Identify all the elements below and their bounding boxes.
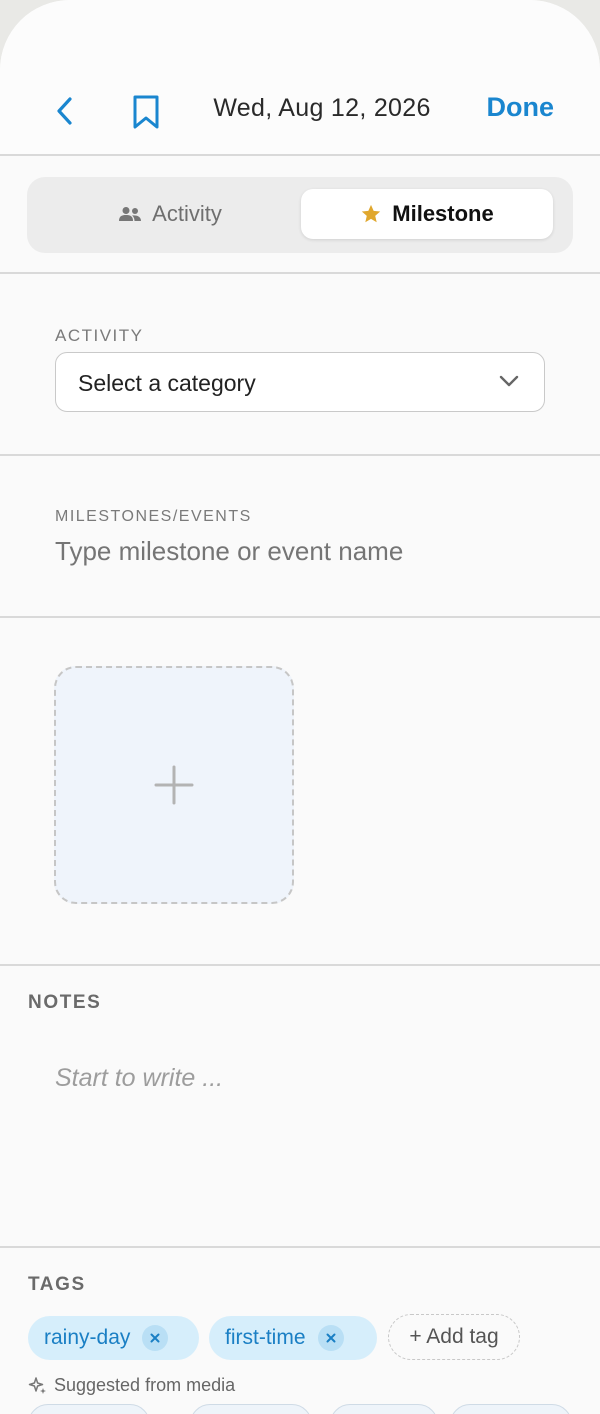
top-bar: Wed, Aug 12, 2026 Done [0, 0, 600, 156]
activity-label: ACTIVITY [55, 326, 144, 345]
chevron-down-icon [499, 375, 519, 387]
star-icon [362, 204, 381, 223]
close-icon [326, 1333, 335, 1343]
add-tag-button[interactable]: + Add tag [388, 1314, 520, 1360]
entry-date[interactable]: Wed, Aug 12, 2026 [190, 94, 454, 123]
suggested-tags-header: Suggested from media [28, 1375, 235, 1396]
suggested-label: Suggested from media [54, 1375, 236, 1395]
notes-input[interactable]: Start to write ... [55, 1064, 223, 1093]
remove-tag-button[interactable] [317, 1325, 344, 1351]
back-button[interactable] [48, 92, 82, 130]
close-icon [150, 1333, 160, 1343]
screen: Wed, Aug 12, 2026 Done Activity Mileston… [0, 0, 600, 1414]
activity-section: ACTIVITY Select a category [0, 276, 600, 456]
suggested-tag-chip[interactable] [190, 1404, 312, 1414]
sparkle-icon [28, 1376, 46, 1394]
plus-icon [154, 765, 194, 805]
entry-type-toggle: Activity Milestone [27, 177, 573, 253]
people-icon [119, 207, 142, 221]
notes-label: NOTES [28, 992, 102, 1013]
tag-chip[interactable]: rainy-day [28, 1316, 199, 1360]
milestone-name-input[interactable] [55, 536, 555, 567]
tab-milestone-label: Milestone [392, 201, 494, 226]
done-button[interactable]: Done [487, 92, 555, 123]
tags-label: TAGS [28, 1274, 86, 1295]
remove-tag-button[interactable] [142, 1325, 169, 1351]
tab-milestone[interactable]: Milestone [301, 189, 553, 239]
suggested-tag-chip[interactable] [330, 1404, 438, 1414]
tab-activity-label: Activity [152, 201, 222, 226]
category-select[interactable]: Select a category [55, 352, 545, 412]
media-section [0, 618, 600, 966]
add-photo-button[interactable] [54, 666, 294, 904]
bookmark-button[interactable] [126, 90, 166, 134]
bookmark-icon [133, 95, 159, 129]
entry-type-section: Activity Milestone [0, 158, 600, 274]
tags-section: TAGS rainy-day first-time + Add tag Sugg… [0, 1248, 600, 1414]
category-select-value: Select a category [78, 370, 256, 396]
tag-chip[interactable]: first-time [209, 1316, 377, 1360]
milestone-section: MILESTONES/EVENTS [0, 456, 600, 618]
tab-activity[interactable]: Activity [39, 189, 301, 239]
tag-label: first-time [225, 1326, 306, 1349]
suggested-tag-chip[interactable] [28, 1404, 150, 1414]
notes-section: NOTES Start to write ... [0, 966, 600, 1248]
suggested-tag-chip[interactable] [450, 1404, 572, 1414]
milestone-label: MILESTONES/EVENTS [55, 508, 252, 525]
chevron-left-icon [57, 97, 72, 125]
tag-label: rainy-day [44, 1326, 131, 1349]
